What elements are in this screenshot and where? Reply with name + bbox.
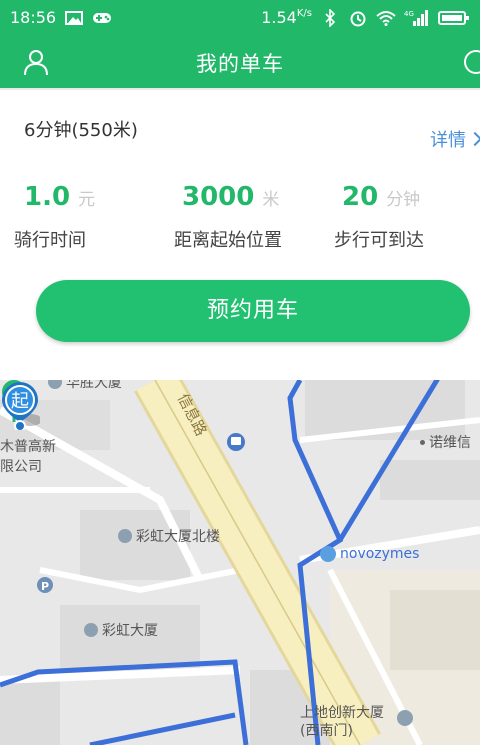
map-view[interactable]: P 华胜大厦 信息路 诺维信 木普高新 限公司 彩虹大厦北楼 novozymes… (0, 380, 480, 745)
building-icon (118, 529, 132, 543)
chevron-right-icon (467, 131, 480, 147)
status-bar: 18:56 1.54K/s 4G (0, 0, 480, 36)
details-label: 详情 (430, 130, 466, 151)
stat-label: 步行可到达 (334, 230, 424, 251)
poi-novozymes[interactable]: novozymes (320, 546, 419, 562)
map-canvas: P (0, 380, 480, 745)
battery-icon (438, 9, 470, 27)
parking-label: P (41, 580, 49, 593)
speed-unit: K/s (296, 8, 312, 19)
status-time: 18:56 (10, 8, 57, 27)
stat-value: 3000 (182, 182, 255, 212)
stat-label: 骑行时间 (14, 230, 86, 251)
pin-icon (320, 546, 336, 562)
stat-cost: 1.0 元 骑行时间 (14, 182, 96, 252)
route-summary: 6分钟(550米) (24, 120, 138, 141)
status-right: 1.54K/s 4G (261, 8, 470, 27)
poi-caihong-north[interactable]: 彩虹大厦北楼 (118, 526, 220, 546)
wifi-icon (376, 9, 396, 27)
poi-nuoweixin[interactable]: 诺维信 (420, 432, 471, 452)
page-title: 我的单车 (196, 52, 284, 76)
poi-label: 诺维信 (429, 435, 471, 451)
stat-unit: 米 (262, 190, 280, 210)
app-header: 我的单车 (0, 36, 480, 88)
building-icon (84, 623, 98, 637)
poi-label: 彩虹大厦 (102, 623, 158, 639)
stat-unit: 分钟 (386, 190, 421, 210)
alarm-icon (348, 9, 368, 27)
poi-company: 限公司 (0, 459, 42, 475)
network-type: 4G (404, 10, 414, 18)
stat-value: 20 (342, 182, 379, 212)
stat-unit: 元 (78, 190, 96, 210)
start-pin-icon[interactable]: 起 (0, 380, 40, 430)
start-label: 起 (11, 391, 29, 412)
poi-label: 彩虹大厦北楼 (136, 529, 220, 545)
speed-value: 1.54 (261, 8, 297, 27)
bike-info-card: 6分钟(550米) 详情 1.0 元 骑行时间 3000 米 距离起始位置 20 分钟… (0, 90, 480, 380)
status-left: 18:56 (10, 8, 112, 27)
bluetooth-icon (320, 8, 340, 27)
reserve-bike-button[interactable]: 预约用车 (36, 280, 470, 342)
dot-icon (420, 439, 425, 445)
signal-icon: 4G (404, 9, 430, 27)
image-icon (64, 9, 84, 27)
poi-caihong[interactable]: 彩虹大厦 (84, 620, 158, 640)
building-icon (48, 380, 62, 389)
poi-label: novozymes (340, 546, 420, 562)
poi-huasheng[interactable]: 华胜大厦 (48, 380, 122, 392)
gamepad-icon (92, 9, 112, 27)
poi-shangdi: 上地创新大厦 (300, 705, 384, 721)
network-speed: 1.54K/s (261, 8, 312, 27)
details-link[interactable]: 详情 (430, 126, 480, 152)
stat-label: 距离起始位置 (174, 230, 282, 251)
poi-label: 华胜大厦 (66, 380, 122, 391)
poi-southwest-gate: (西南门) (300, 723, 353, 739)
stat-walk: 20 分钟 步行可到达 (334, 182, 424, 252)
stat-distance: 3000 米 距离起始位置 (174, 182, 282, 252)
stat-value: 1.0 (24, 182, 71, 212)
poi-mupu: 木普高新 (0, 439, 56, 455)
